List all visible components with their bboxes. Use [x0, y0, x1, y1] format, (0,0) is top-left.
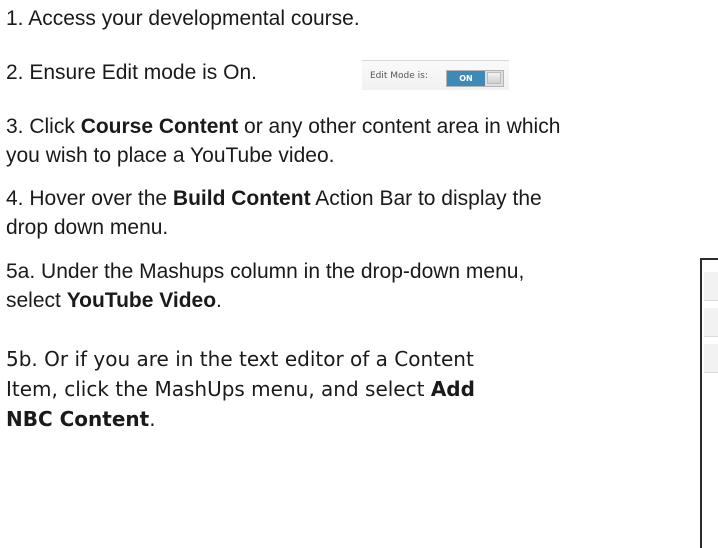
step-4-bold: Build Content	[172, 187, 311, 210]
step-5b-pre: Item, click the MashUps menu, and select	[6, 377, 431, 401]
step-5a-pre: select	[6, 289, 67, 312]
step-3: 3. Click Course Content or any other con…	[6, 112, 560, 170]
step-3-pre: 3. Click	[6, 115, 81, 138]
step-5b-line1: 5b. Or if you are in the text editor of …	[6, 347, 474, 371]
switch-knob-icon	[487, 72, 501, 84]
step-1: 1. Access your developmental course.	[6, 4, 360, 33]
cropped-menu-row	[704, 344, 718, 373]
step-3-bold: Course Content	[80, 115, 239, 138]
step-3-post: or any other content area in which	[238, 115, 561, 138]
edit-mode-switch[interactable]: ON	[446, 70, 504, 87]
step-5b-bold-add: Add	[430, 377, 475, 401]
edit-mode-label: Edit Mode is:	[370, 71, 428, 81]
step-5b-bold-nbc: NBC Content	[6, 407, 150, 431]
step-5a-line1: 5a. Under the Mashups column in the drop…	[6, 260, 525, 283]
cropped-menu-row	[704, 272, 718, 301]
cropped-menu-row	[704, 308, 718, 337]
cropped-menu-screenshot	[700, 258, 718, 548]
step-2: 2. Ensure Edit mode is On.	[6, 58, 257, 87]
step-3-line2: you wish to place a YouTube video.	[6, 144, 335, 167]
step-1-text: 1. Access your developmental course.	[6, 7, 360, 30]
edit-mode-toggle: Edit Mode is: ON	[362, 60, 509, 90]
step-2-text: 2. Ensure Edit mode is On.	[6, 61, 257, 84]
step-4: 4. Hover over the Build Content Action B…	[6, 184, 542, 242]
step-4-line2: drop down menu.	[6, 216, 169, 239]
step-5a-post: .	[216, 289, 222, 312]
step-4-pre: 4. Hover over the	[6, 187, 173, 210]
step-5b-post: .	[149, 407, 156, 431]
step-4-post: Action Bar to display the	[310, 187, 542, 210]
step-5b: 5b. Or if you are in the text editor of …	[6, 344, 475, 434]
step-5a: 5a. Under the Mashups column in the drop…	[6, 257, 524, 315]
step-5a-bold: YouTube Video	[66, 289, 217, 312]
edit-mode-on-indicator: ON	[447, 71, 485, 86]
